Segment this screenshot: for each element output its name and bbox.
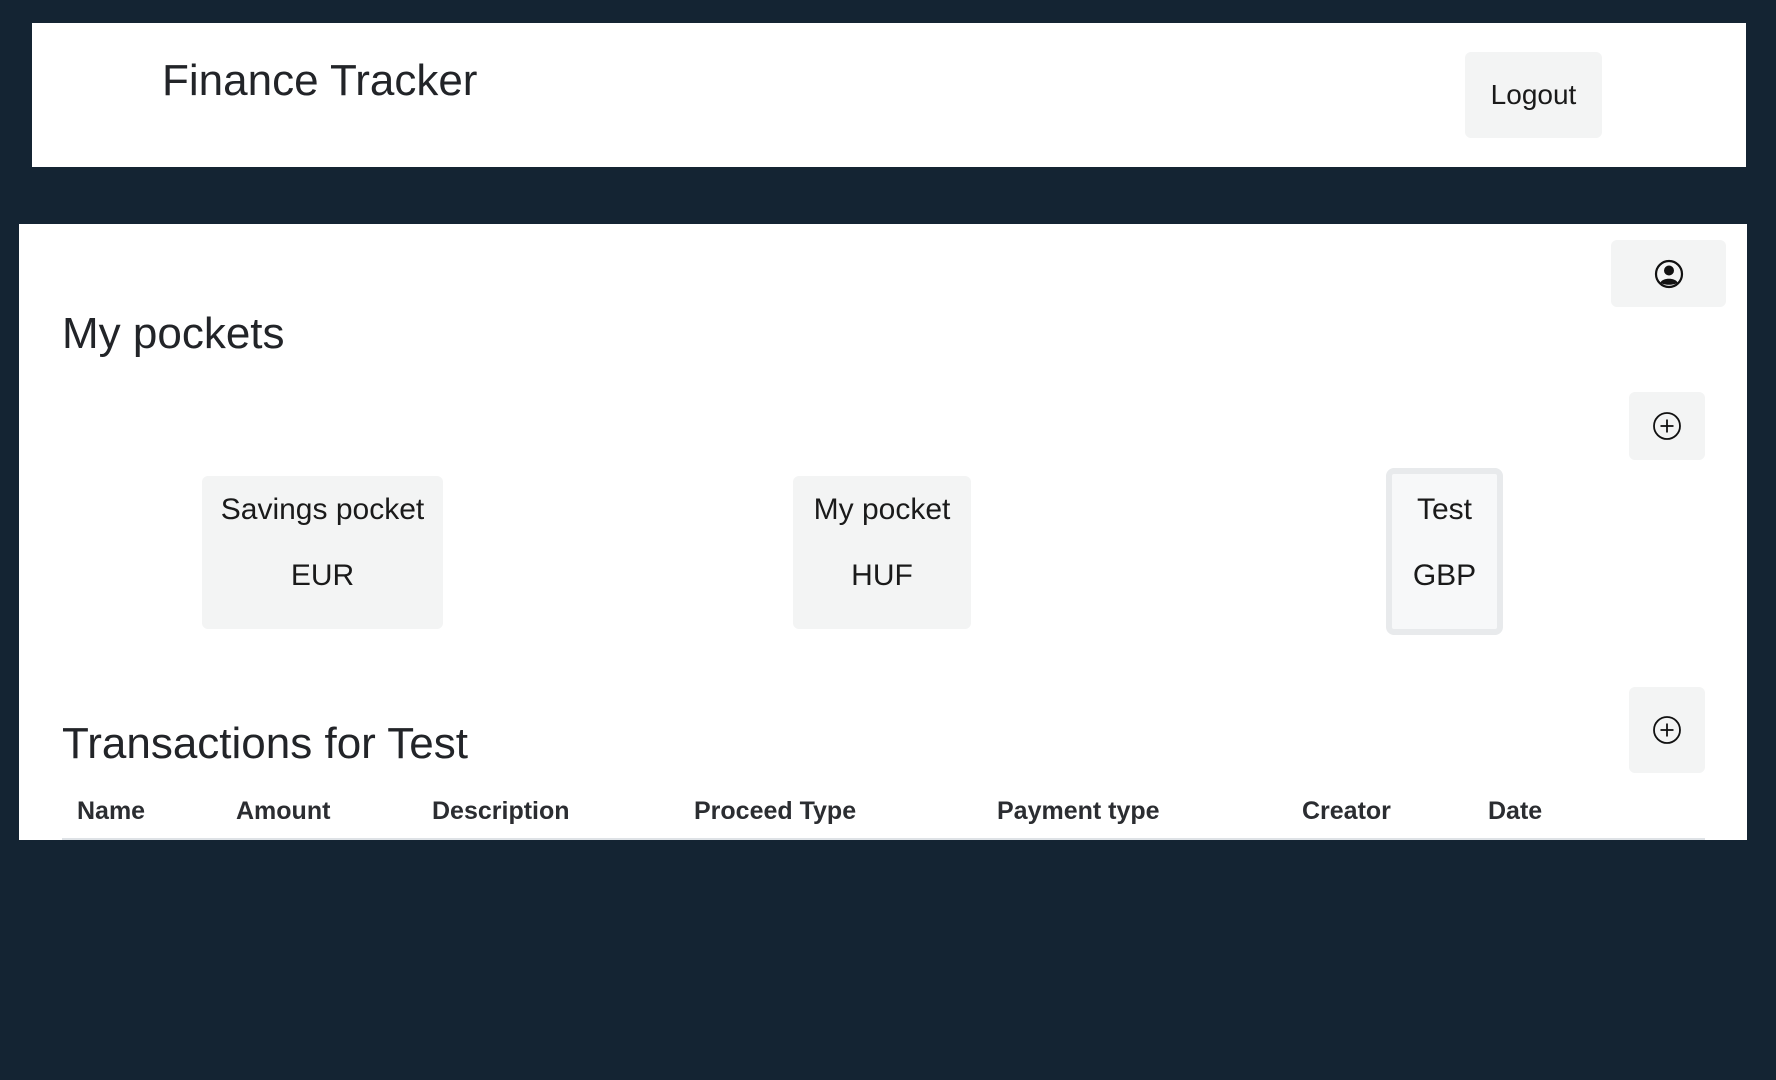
pockets-title: My pockets bbox=[62, 309, 285, 358]
pocket-card-test-selected[interactable]: Test GBP bbox=[1386, 468, 1503, 635]
profile-button[interactable] bbox=[1611, 240, 1726, 307]
pocket-card-my-pocket[interactable]: My pocket HUF bbox=[793, 476, 971, 629]
user-circle-icon bbox=[1654, 259, 1684, 289]
column-header-description[interactable]: Description bbox=[432, 796, 570, 826]
pocket-name: My pocket bbox=[813, 493, 951, 526]
column-header-payment-type[interactable]: Payment type bbox=[997, 796, 1160, 826]
column-header-name[interactable]: Name bbox=[77, 796, 145, 826]
plus-circle-icon bbox=[1652, 411, 1682, 441]
transactions-title: Transactions for Test bbox=[62, 719, 468, 768]
pocket-card-savings[interactable]: Savings pocket EUR bbox=[202, 476, 443, 629]
column-header-amount[interactable]: Amount bbox=[236, 796, 330, 826]
app-title: Finance Tracker bbox=[162, 56, 478, 105]
logout-button[interactable]: Logout bbox=[1465, 52, 1602, 138]
main-panel: My pockets Savings pocket EUR My pocket … bbox=[19, 224, 1747, 840]
column-header-date[interactable]: Date bbox=[1488, 796, 1542, 826]
column-header-proceed-type[interactable]: Proceed Type bbox=[694, 796, 856, 826]
plus-circle-icon bbox=[1652, 715, 1682, 745]
column-header-creator[interactable]: Creator bbox=[1302, 796, 1391, 826]
pocket-currency: EUR bbox=[290, 559, 355, 592]
app-header: Finance Tracker Logout bbox=[32, 23, 1746, 167]
pocket-name: Test bbox=[1416, 493, 1473, 526]
pocket-currency: GBP bbox=[1412, 559, 1477, 592]
add-pocket-button[interactable] bbox=[1629, 392, 1705, 460]
pocket-name: Savings pocket bbox=[220, 493, 425, 526]
transactions-table-header: Name Amount Description Proceed Type Pay… bbox=[62, 786, 1705, 840]
add-transaction-button[interactable] bbox=[1629, 687, 1705, 773]
pocket-currency: HUF bbox=[851, 559, 913, 592]
